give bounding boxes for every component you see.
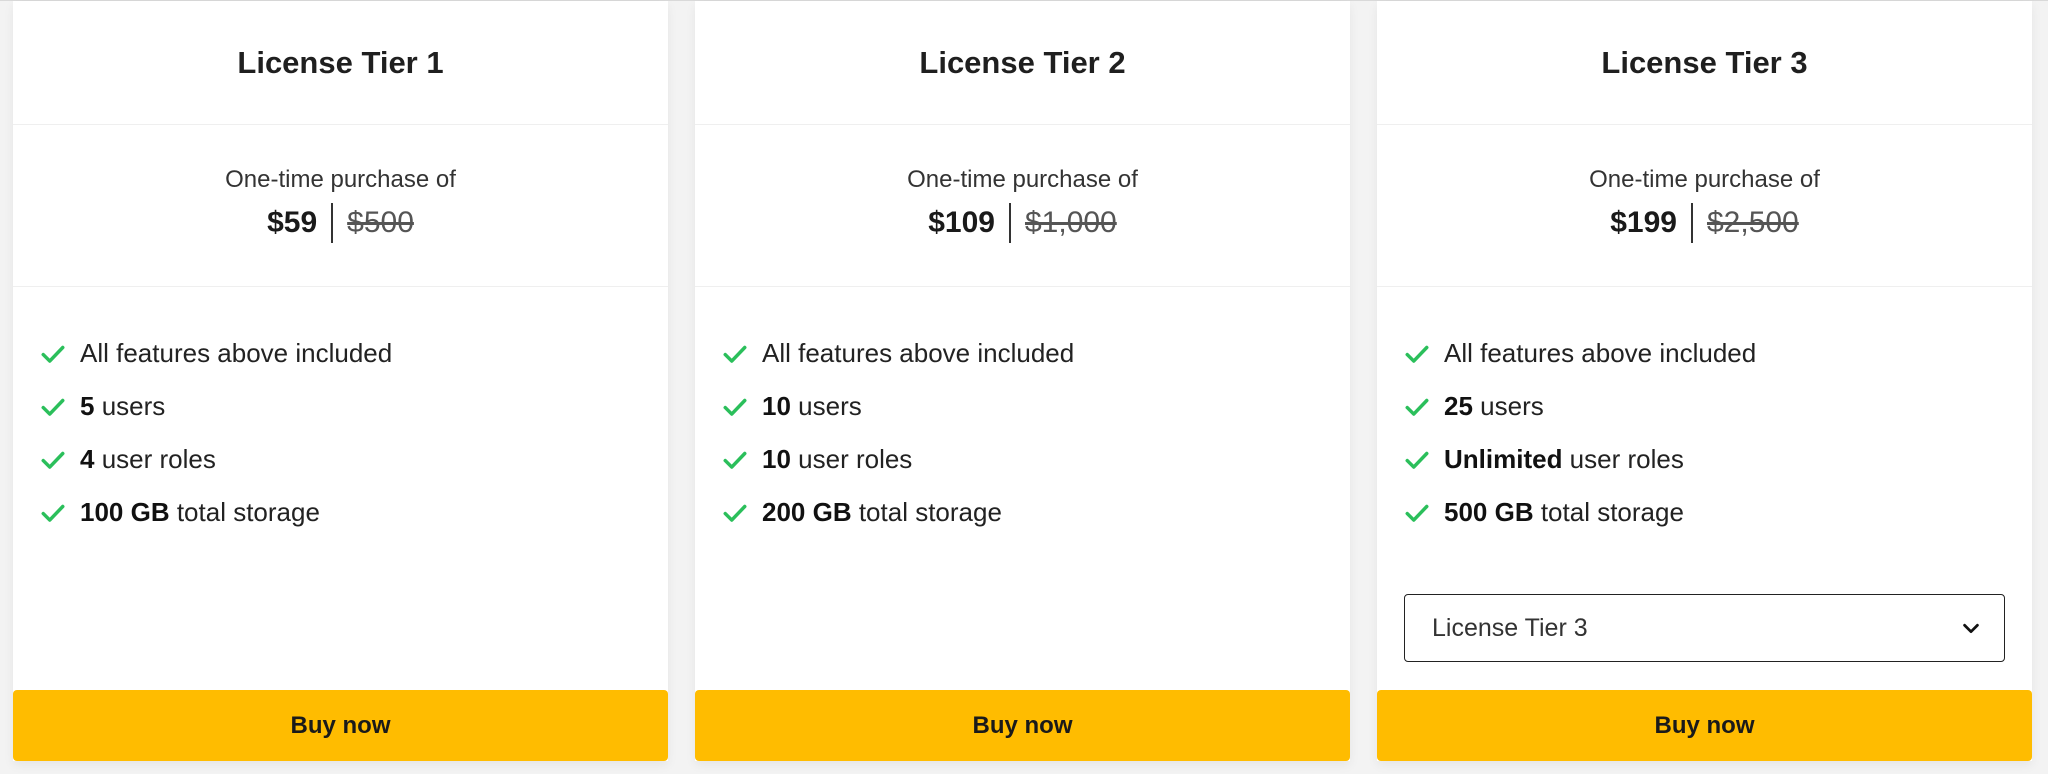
- feature-highlight: 500 GB: [1444, 497, 1534, 527]
- price-caption: One-time purchase of: [1589, 166, 1820, 193]
- feature-text: user roles: [790, 444, 913, 474]
- feature-text: users: [94, 391, 166, 421]
- original-price: $1,000: [1024, 206, 1117, 239]
- buy-now-button[interactable]: Buy now: [1377, 690, 2032, 761]
- card-title: License Tier 1: [13, 1, 668, 125]
- feature-text: user roles: [1562, 444, 1684, 474]
- price-block: One-time purchase of $59 $500: [13, 125, 668, 287]
- feature-text: users: [1472, 391, 1544, 421]
- feature-item: All features above included: [13, 327, 668, 380]
- current-price: $199: [1610, 206, 1677, 239]
- feature-highlight: 200 GB: [762, 497, 852, 527]
- feature-item: 4 user roles: [13, 433, 668, 486]
- price-block: One-time purchase of $199 $2,500: [1377, 125, 2032, 287]
- check-icon: [723, 451, 747, 469]
- tier-select[interactable]: License Tier 3: [1404, 594, 2005, 662]
- check-icon: [41, 504, 65, 522]
- pricing-card-tier-1: License Tier 1 One-time purchase of $59 …: [13, 1, 668, 761]
- original-price: $500: [347, 206, 414, 239]
- feature-item: 10 user roles: [695, 433, 1350, 486]
- check-icon: [41, 398, 65, 416]
- feature-highlight: 25: [1444, 391, 1473, 421]
- feature-text: users: [790, 391, 862, 421]
- feature-highlight: Unlimited: [1444, 444, 1563, 474]
- check-icon: [1405, 398, 1429, 416]
- price-line: $109 $1,000: [695, 203, 1350, 243]
- feature-highlight: 4: [80, 444, 95, 474]
- feature-item: 200 GB total storage: [695, 486, 1350, 539]
- pricing-card-tier-3: License Tier 3 One-time purchase of $199…: [1377, 1, 2032, 761]
- check-icon: [723, 345, 747, 363]
- check-icon: [41, 451, 65, 469]
- card-title: License Tier 2: [695, 1, 1350, 125]
- check-icon: [1405, 345, 1429, 363]
- buy-now-button[interactable]: Buy now: [695, 690, 1350, 761]
- card-title: License Tier 3: [1377, 1, 2032, 125]
- feature-highlight: 5: [80, 391, 95, 421]
- feature-item: 100 GB total storage: [13, 486, 668, 539]
- pricing-card-tier-2: License Tier 2 One-time purchase of $109…: [695, 1, 1350, 761]
- price-caption: One-time purchase of: [225, 166, 456, 193]
- feature-item: All features above included: [1377, 327, 2032, 380]
- feature-item: All features above included: [695, 327, 1350, 380]
- feature-item: 500 GB total storage: [1377, 486, 2032, 539]
- check-icon: [723, 398, 747, 416]
- feature-text: total storage: [1533, 497, 1684, 527]
- current-price: $59: [267, 206, 318, 239]
- current-price: $109: [928, 206, 995, 239]
- feature-item: 25 users: [1377, 380, 2032, 433]
- price-line: $59 $500: [13, 203, 668, 243]
- check-icon: [1405, 451, 1429, 469]
- chevron-down-icon: [1963, 623, 1979, 634]
- feature-highlight: 10: [762, 444, 791, 474]
- feature-highlight: 10: [762, 391, 791, 421]
- buy-now-button[interactable]: Buy now: [13, 690, 668, 761]
- feature-text: total storage: [851, 497, 1002, 527]
- feature-item: Unlimited user roles: [1377, 433, 2032, 486]
- feature-text: total storage: [169, 497, 320, 527]
- feature-list: All features above included 10 users 10 …: [695, 327, 1350, 539]
- original-price: $2,500: [1706, 206, 1799, 239]
- price-caption: One-time purchase of: [907, 166, 1138, 193]
- feature-text: user roles: [94, 444, 216, 474]
- feature-text: All features above included: [762, 338, 1075, 368]
- price-line: $199 $2,500: [1377, 203, 2032, 243]
- tier-select-value: License Tier 3: [1432, 613, 1588, 642]
- feature-item: 10 users: [695, 380, 1350, 433]
- check-icon: [41, 345, 65, 363]
- price-block: One-time purchase of $109 $1,000: [695, 125, 1350, 287]
- feature-text: All features above included: [1444, 338, 1757, 368]
- pricing-page: License Tier 1 One-time purchase of $59 …: [0, 0, 2048, 774]
- feature-text: All features above included: [80, 338, 393, 368]
- feature-list: All features above included 5 users 4 us…: [13, 327, 668, 539]
- check-icon: [723, 504, 747, 522]
- feature-highlight: 100 GB: [80, 497, 170, 527]
- feature-item: 5 users: [13, 380, 668, 433]
- feature-list: All features above included 25 users Unl…: [1377, 327, 2032, 539]
- check-icon: [1405, 504, 1429, 522]
